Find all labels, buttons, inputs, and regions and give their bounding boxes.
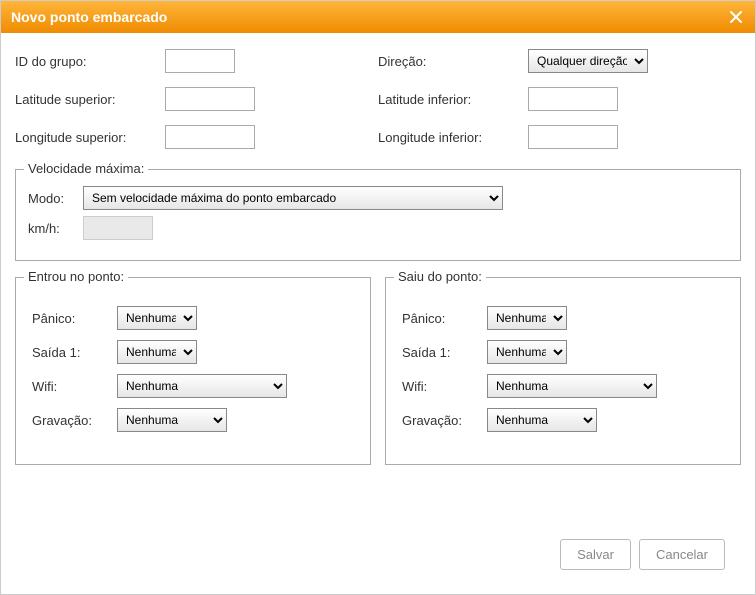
fieldset-speed: Velocidade máxima: Modo: Sem velocidade … [15,169,741,261]
titlebar: Novo ponto embarcado [1,1,755,33]
label-mode: Modo: [28,191,83,206]
select-entered-panic[interactable]: Nenhuma [117,306,197,330]
select-entered-out1[interactable]: Nenhuma [117,340,197,364]
select-left-out1[interactable]: Nenhuma [487,340,567,364]
dialog-footer: Salvar Cancelar [15,527,741,584]
select-left-panic[interactable]: Nenhuma [487,306,567,330]
label-left-panic: Pânico: [402,311,487,326]
label-left-rec: Gravação: [402,413,487,428]
fieldset-left: Saiu do ponto: Pânico: Nenhuma Saída 1: … [385,277,741,465]
row-group-direction: ID do grupo: Direção: Qualquer direção [15,49,741,73]
input-group-id[interactable] [165,49,235,73]
input-lon-inf[interactable] [528,125,618,149]
label-entered-panic: Pânico: [32,311,117,326]
enter-leave-group: Entrou no ponto: Pânico: Nenhuma Saída 1… [15,277,741,465]
dialog-content: ID do grupo: Direção: Qualquer direção L… [1,33,755,594]
label-left-out1: Saída 1: [402,345,487,360]
input-kmh [83,216,153,240]
dialog-title: Novo ponto embarcado [11,9,167,25]
row-longitude: Longitude superior: Longitude inferior: [15,125,741,149]
label-kmh: km/h: [28,221,83,236]
legend-entered: Entrou no ponto: [24,269,128,284]
label-entered-rec: Gravação: [32,413,117,428]
label-entered-wifi: Wifi: [32,379,117,394]
row-latitude: Latitude superior: Latitude inferior: [15,87,741,111]
close-icon[interactable] [727,8,745,26]
input-lat-inf[interactable] [528,87,618,111]
label-entered-out1: Saída 1: [32,345,117,360]
save-button[interactable]: Salvar [560,539,631,570]
select-direction[interactable]: Qualquer direção [528,49,648,73]
select-left-wifi[interactable]: Nenhuma [487,374,657,398]
legend-speed: Velocidade máxima: [24,161,148,176]
label-direction: Direção: [378,54,508,69]
label-lat-inf: Latitude inferior: [378,92,508,107]
label-lon-sup: Longitude superior: [15,130,145,145]
label-lon-inf: Longitude inferior: [378,130,508,145]
label-group-id: ID do grupo: [15,54,145,69]
input-lat-sup[interactable] [165,87,255,111]
fieldset-entered: Entrou no ponto: Pânico: Nenhuma Saída 1… [15,277,371,465]
input-lon-sup[interactable] [165,125,255,149]
legend-left: Saiu do ponto: [394,269,486,284]
select-left-rec[interactable]: Nenhuma [487,408,597,432]
cancel-button[interactable]: Cancelar [639,539,725,570]
select-entered-rec[interactable]: Nenhuma [117,408,227,432]
dialog-container: Novo ponto embarcado ID do grupo: Direçã… [0,0,756,595]
label-left-wifi: Wifi: [402,379,487,394]
select-mode[interactable]: Sem velocidade máxima do ponto embarcado [83,186,503,210]
select-entered-wifi[interactable]: Nenhuma [117,374,287,398]
label-lat-sup: Latitude superior: [15,92,145,107]
